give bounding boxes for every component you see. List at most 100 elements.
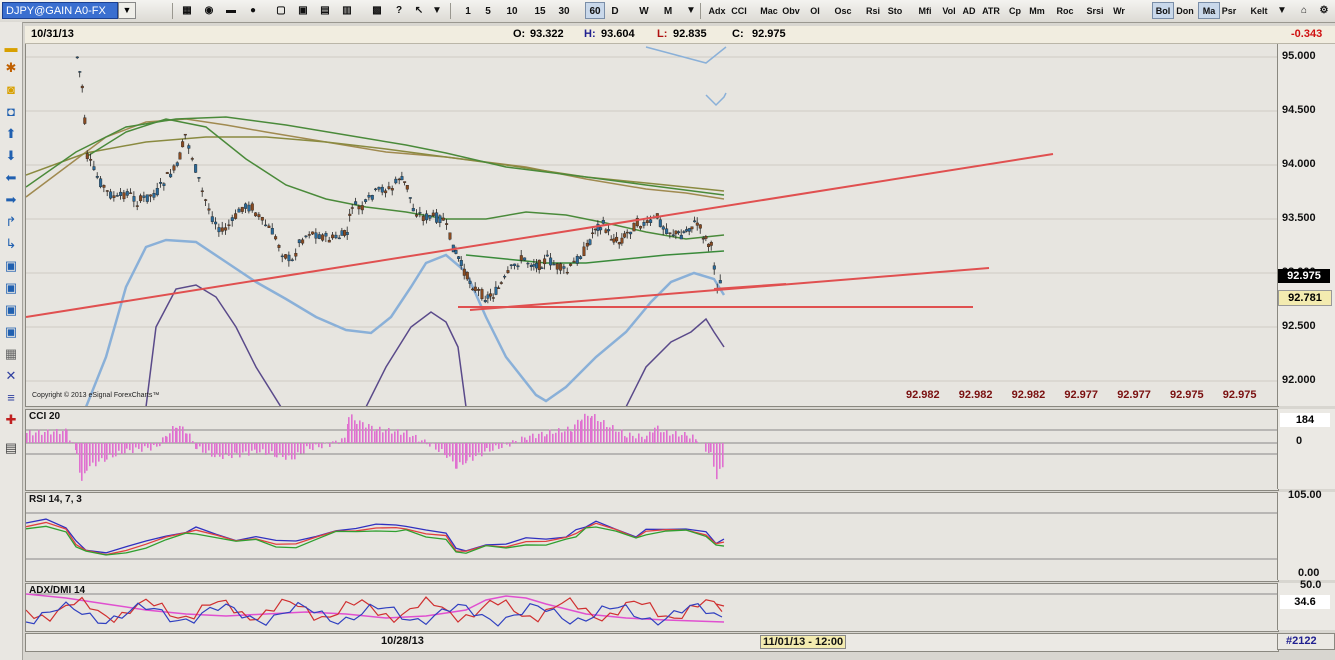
- page-icon[interactable]: ▢: [272, 2, 290, 19]
- arrow-upright-icon[interactable]: ↱: [3, 214, 19, 230]
- study-button-obv[interactable]: Obv: [780, 2, 802, 19]
- crosshair-tool-icon[interactable]: ◘: [3, 104, 19, 120]
- study-button-srsi[interactable]: Srsi: [1084, 2, 1106, 19]
- layout-icon[interactable]: ▥: [338, 2, 356, 19]
- lines-icon[interactable]: ✕: [3, 368, 19, 384]
- interval-button-M[interactable]: M: [660, 2, 676, 19]
- study-button-don[interactable]: Don: [1174, 2, 1196, 19]
- folder-icon[interactable]: ▬: [3, 40, 19, 56]
- print-icon[interactable]: ▩: [368, 2, 386, 19]
- cci-bar: [689, 438, 691, 443]
- cci-bar: [294, 443, 296, 460]
- candle-body: [609, 239, 613, 241]
- compress-icon[interactable]: ▣: [3, 324, 19, 340]
- cci-panel[interactable]: CCI 20: [25, 409, 1279, 491]
- expand-icon[interactable]: ▣: [3, 302, 19, 318]
- study-button-vol[interactable]: Vol: [938, 2, 960, 19]
- study-button-psr[interactable]: Psr: [1218, 2, 1240, 19]
- interval-button-30[interactable]: 30: [554, 2, 574, 19]
- home-icon[interactable]: ⌂: [1295, 2, 1313, 19]
- print-tool-icon[interactable]: ▤: [3, 440, 19, 456]
- interval-button-60[interactable]: 60: [585, 2, 605, 19]
- study-dropdown-icon[interactable]: ▼: [1277, 2, 1287, 19]
- toolbar-dropdown-icon[interactable]: ▼: [432, 2, 442, 19]
- cci-bar: [222, 443, 224, 459]
- study-button-wr[interactable]: Wr: [1108, 2, 1130, 19]
- price-axis[interactable]: 95.00094.50094.00093.50093.00092.50092.0…: [1277, 44, 1335, 406]
- arrow-down-icon[interactable]: ⬇: [3, 148, 19, 164]
- cci-bar: [271, 443, 273, 452]
- study-button-mac[interactable]: Mac: [758, 2, 780, 19]
- study-button-mfi[interactable]: Mfi: [914, 2, 936, 19]
- cci-bar: [297, 443, 299, 453]
- interval-button-W[interactable]: W: [636, 2, 652, 19]
- template-icon[interactable]: ▤: [316, 2, 334, 19]
- study-button-oi[interactable]: OI: [804, 2, 826, 19]
- arrow-right-icon[interactable]: ➡: [3, 192, 19, 208]
- interval-button-10[interactable]: 10: [502, 2, 522, 19]
- candle-body: [377, 186, 381, 190]
- study-button-roc[interactable]: Roc: [1054, 2, 1076, 19]
- interval-button-D[interactable]: D: [607, 2, 623, 19]
- cci-bar: [379, 426, 381, 443]
- gear-tool-icon[interactable]: ✱: [3, 60, 19, 76]
- chart-icon[interactable]: ▦: [178, 2, 196, 19]
- cci-bar: [388, 427, 390, 443]
- adx-panel[interactable]: ADX/DMI 14: [25, 583, 1279, 632]
- candle-body: [516, 265, 520, 268]
- arrow-up-icon[interactable]: ⬆: [3, 126, 19, 142]
- price-chart-panel[interactable]: Copyright © 2013 eSignal ForexCharts™: [25, 26, 1279, 407]
- zoom-out-icon[interactable]: ▣: [3, 280, 19, 296]
- study-button-sto[interactable]: Sto: [884, 2, 906, 19]
- study-button-bol[interactable]: Bol: [1152, 2, 1174, 19]
- crosshair-icon[interactable]: ✚: [3, 412, 19, 428]
- fib-icon[interactable]: ≡: [3, 390, 19, 406]
- projection-value: 92.982: [1011, 389, 1046, 401]
- date-axis[interactable]: 10/28/13 11/01/13 - 12:00: [25, 633, 1279, 652]
- arrow-left-icon[interactable]: ⬅: [3, 170, 19, 186]
- arrow-downright-icon[interactable]: ↳: [3, 236, 19, 252]
- study-button-ad[interactable]: AD: [958, 2, 980, 19]
- cci-bar: [98, 443, 100, 462]
- interval-button-1[interactable]: 1: [460, 2, 476, 19]
- candle-body: [247, 204, 251, 212]
- study-button-kelt[interactable]: Kelt: [1248, 2, 1270, 19]
- pen-icon[interactable]: ●: [244, 2, 262, 19]
- candle-body: [301, 239, 305, 244]
- cci-bar: [365, 427, 367, 443]
- cci-bar: [538, 433, 540, 443]
- study-button-ma[interactable]: Ma: [1198, 2, 1220, 19]
- study-button-mm[interactable]: Mm: [1026, 2, 1048, 19]
- cci-bar: [403, 432, 405, 443]
- help-icon[interactable]: ?: [390, 2, 408, 19]
- study-button-cp[interactable]: Cp: [1004, 2, 1026, 19]
- cci-bar: [329, 443, 331, 447]
- cursor-tool-icon[interactable]: ◙: [3, 82, 19, 98]
- interval-button-15[interactable]: 15: [530, 2, 550, 19]
- cci-bar: [641, 436, 643, 443]
- cci-bar: [156, 443, 158, 447]
- study-button-cci[interactable]: CCI: [728, 2, 750, 19]
- lock-icon[interactable]: ▣: [294, 2, 312, 19]
- study-button-adx[interactable]: Adx: [706, 2, 728, 19]
- cci-bar: [654, 427, 656, 443]
- candle-body: [267, 225, 271, 228]
- study-button-atr[interactable]: ATR: [980, 2, 1002, 19]
- grid-icon[interactable]: ▦: [3, 346, 19, 362]
- symbol-dropdown-icon[interactable]: ▼: [118, 2, 136, 19]
- cursor-help-icon[interactable]: ↖: [410, 2, 428, 19]
- cci-bar: [678, 436, 680, 443]
- study-button-rsi[interactable]: Rsi: [862, 2, 884, 19]
- settings-icon[interactable]: ⚙: [1315, 2, 1333, 19]
- drawing-icon[interactable]: ▬: [222, 2, 240, 19]
- cci-bar: [104, 443, 106, 462]
- print-preview-icon[interactable]: ◉: [200, 2, 218, 19]
- interval-button-5[interactable]: 5: [480, 2, 496, 19]
- zoom-in-icon[interactable]: ▣: [3, 258, 19, 274]
- cci-bar: [603, 420, 605, 443]
- symbol-input[interactable]: DJPY@GAIN A0-FX: [2, 2, 118, 19]
- cci-bar: [318, 443, 320, 448]
- study-button-osc[interactable]: Osc: [832, 2, 854, 19]
- rsi-panel[interactable]: RSI 14, 7, 3: [25, 492, 1279, 582]
- interval-dropdown-icon[interactable]: ▼: [686, 2, 696, 19]
